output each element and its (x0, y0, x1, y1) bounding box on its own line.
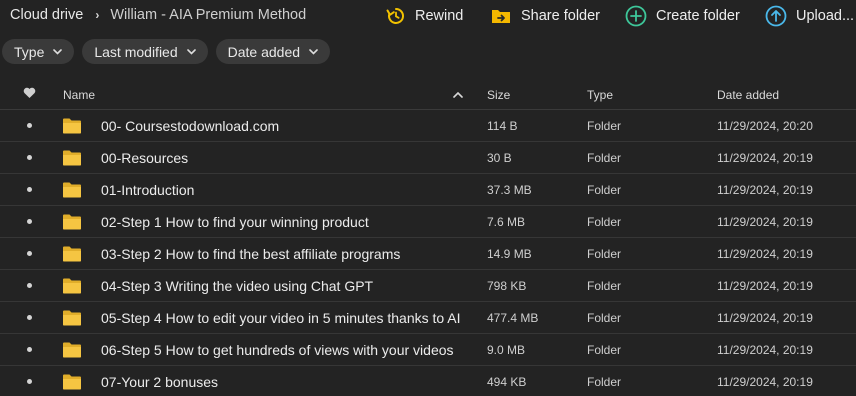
folder-icon (62, 302, 82, 333)
column-header-size[interactable]: Size (487, 88, 510, 102)
row-name[interactable]: 04-Step 3 Writing the video using Chat G… (101, 270, 373, 301)
row-size: 494 KB (487, 374, 527, 389)
row-date-added: 11/29/2024, 20:19 (717, 342, 813, 357)
table-row[interactable]: 02-Step 1 How to find your winning produ… (0, 206, 856, 238)
row-size: 7.6 MB (487, 214, 526, 229)
folder-icon (62, 366, 82, 396)
row-type: Folder (587, 214, 622, 229)
row-type: Folder (587, 374, 622, 389)
folder-icon (62, 174, 82, 205)
sort-ascending-icon[interactable] (453, 91, 463, 98)
column-header-date-added[interactable]: Date added (717, 88, 779, 102)
file-table: Name Size Type Date added 00- Coursestod… (0, 78, 856, 396)
row-dot-icon (22, 174, 36, 205)
row-dot-icon (22, 302, 36, 333)
row-dot-icon (22, 142, 36, 173)
row-date-added: 11/29/2024, 20:19 (717, 182, 813, 197)
row-dot-icon (22, 270, 36, 301)
table-row[interactable]: 00- Coursestodownload.com 114 B Folder 1… (0, 110, 856, 142)
breadcrumb-current[interactable]: William - AIA Premium Method (110, 7, 306, 23)
row-type: Folder (587, 150, 622, 165)
heart-icon[interactable] (23, 87, 36, 99)
row-size: 477.4 MB (487, 310, 539, 325)
chevron-down-icon (309, 48, 318, 55)
row-type: Folder (587, 278, 622, 293)
table-row[interactable]: 00-Resources 30 B Folder 11/29/2024, 20:… (0, 142, 856, 174)
row-date-added: 11/29/2024, 20:19 (717, 246, 813, 261)
row-size: 37.3 MB (487, 182, 532, 197)
table-row[interactable]: 01-Introduction 37.3 MB Folder 11/29/202… (0, 174, 856, 206)
share-folder-button[interactable]: Share folder (490, 4, 600, 28)
row-type: Folder (587, 342, 622, 357)
table-row[interactable]: 06-Step 5 How to get hundreds of views w… (0, 334, 856, 366)
row-dot-icon (22, 334, 36, 365)
table-row[interactable]: 04-Step 3 Writing the video using Chat G… (0, 270, 856, 302)
row-date-added: 11/29/2024, 20:19 (717, 150, 813, 165)
create-folder-icon (625, 5, 647, 27)
row-name[interactable]: 07-Your 2 bonuses (101, 366, 218, 396)
row-type: Folder (587, 118, 622, 133)
row-dot-icon (22, 366, 36, 396)
row-type: Folder (587, 310, 622, 325)
column-header-type[interactable]: Type (587, 88, 613, 102)
row-name[interactable]: 01-Introduction (101, 174, 194, 205)
top-bar: Cloud drive › William - AIA Premium Meth… (0, 0, 856, 34)
last-modified-filter-label: Last modified (94, 43, 178, 60)
row-date-added: 11/29/2024, 20:19 (717, 278, 813, 293)
folder-icon (62, 270, 82, 301)
row-dot-icon (22, 238, 36, 269)
table-row[interactable]: 07-Your 2 bonuses 494 KB Folder 11/29/20… (0, 366, 856, 396)
row-name[interactable]: 02-Step 1 How to find your winning produ… (101, 206, 369, 237)
folder-icon (62, 206, 82, 237)
row-name[interactable]: 00-Resources (101, 142, 188, 173)
row-dot-icon (22, 206, 36, 237)
type-filter-label: Type (14, 43, 45, 60)
row-dot-icon (22, 110, 36, 141)
date-added-filter-label: Date added (227, 43, 301, 60)
row-date-added: 11/29/2024, 20:19 (717, 214, 813, 229)
row-name[interactable]: 05-Step 4 How to edit your video in 5 mi… (101, 302, 461, 333)
rewind-button[interactable]: Rewind (386, 4, 463, 28)
create-folder-label: Create folder (656, 8, 740, 24)
rewind-icon (386, 8, 404, 24)
row-size: 114 B (487, 118, 518, 133)
filter-bar: Type Last modified Date added (2, 39, 338, 64)
row-size: 9.0 MB (487, 342, 526, 357)
row-date-added: 11/29/2024, 20:19 (717, 374, 813, 389)
folder-icon (62, 238, 82, 269)
table-row[interactable]: 03-Step 2 How to find the best affiliate… (0, 238, 856, 270)
upload-label: Upload... (796, 8, 855, 24)
create-folder-button[interactable]: Create folder (625, 4, 740, 28)
breadcrumb-root[interactable]: Cloud drive (10, 7, 83, 23)
row-size: 14.9 MB (487, 246, 532, 261)
chevron-down-icon (186, 48, 196, 55)
upload-button[interactable]: Upload... (765, 4, 854, 28)
breadcrumb-separator-icon: › (95, 8, 100, 22)
chevron-down-icon (53, 48, 63, 55)
share-folder-label: Share folder (521, 8, 600, 24)
share-folder-icon (492, 10, 510, 23)
row-size: 798 KB (487, 278, 527, 293)
row-name[interactable]: 00- Coursestodownload.com (101, 110, 279, 141)
upload-icon (765, 5, 787, 27)
table-header: Name Size Type Date added (0, 78, 856, 110)
row-size: 30 B (487, 150, 512, 165)
type-filter[interactable]: Type (2, 39, 75, 64)
row-name[interactable]: 03-Step 2 How to find the best affiliate… (101, 238, 400, 269)
rewind-label: Rewind (415, 8, 464, 24)
folder-icon (62, 142, 82, 173)
row-name[interactable]: 06-Step 5 How to get hundreds of views w… (101, 334, 454, 365)
row-type: Folder (587, 246, 622, 261)
row-type: Folder (587, 182, 622, 197)
table-body: 00- Coursestodownload.com 114 B Folder 1… (0, 110, 856, 396)
last-modified-filter[interactable]: Last modified (82, 39, 208, 64)
folder-icon (62, 110, 82, 141)
breadcrumb: Cloud drive › William - AIA Premium Meth… (10, 7, 306, 23)
row-date-added: 11/29/2024, 20:20 (717, 118, 813, 133)
table-row[interactable]: 05-Step 4 How to edit your video in 5 mi… (0, 302, 856, 334)
column-header-name[interactable]: Name (63, 88, 95, 102)
row-date-added: 11/29/2024, 20:19 (717, 310, 813, 325)
folder-icon (62, 334, 82, 365)
date-added-filter[interactable]: Date added (215, 39, 331, 64)
